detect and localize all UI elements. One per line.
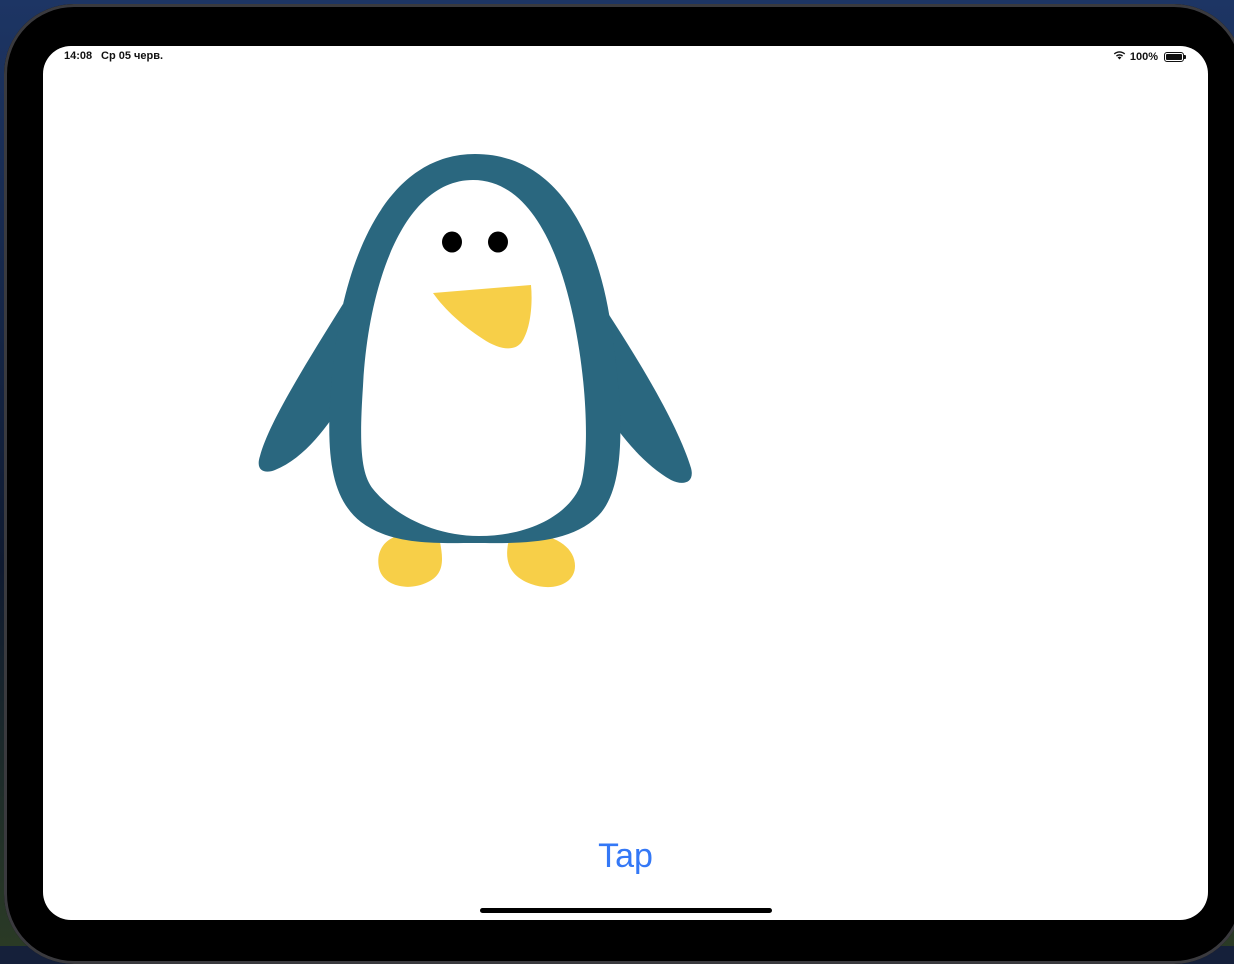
- penguin-illustration: [258, 154, 692, 588]
- penguin-right-eye: [488, 231, 508, 253]
- app-screen: 14:08 Ср 05 черв. 100% Tap: [43, 46, 1208, 920]
- tap-button[interactable]: Tap: [563, 834, 688, 878]
- home-indicator[interactable]: [480, 908, 772, 913]
- ipad-device-frame: 14:08 Ср 05 черв. 100% Tap: [4, 4, 1234, 964]
- penguin-left-eye: [442, 231, 462, 253]
